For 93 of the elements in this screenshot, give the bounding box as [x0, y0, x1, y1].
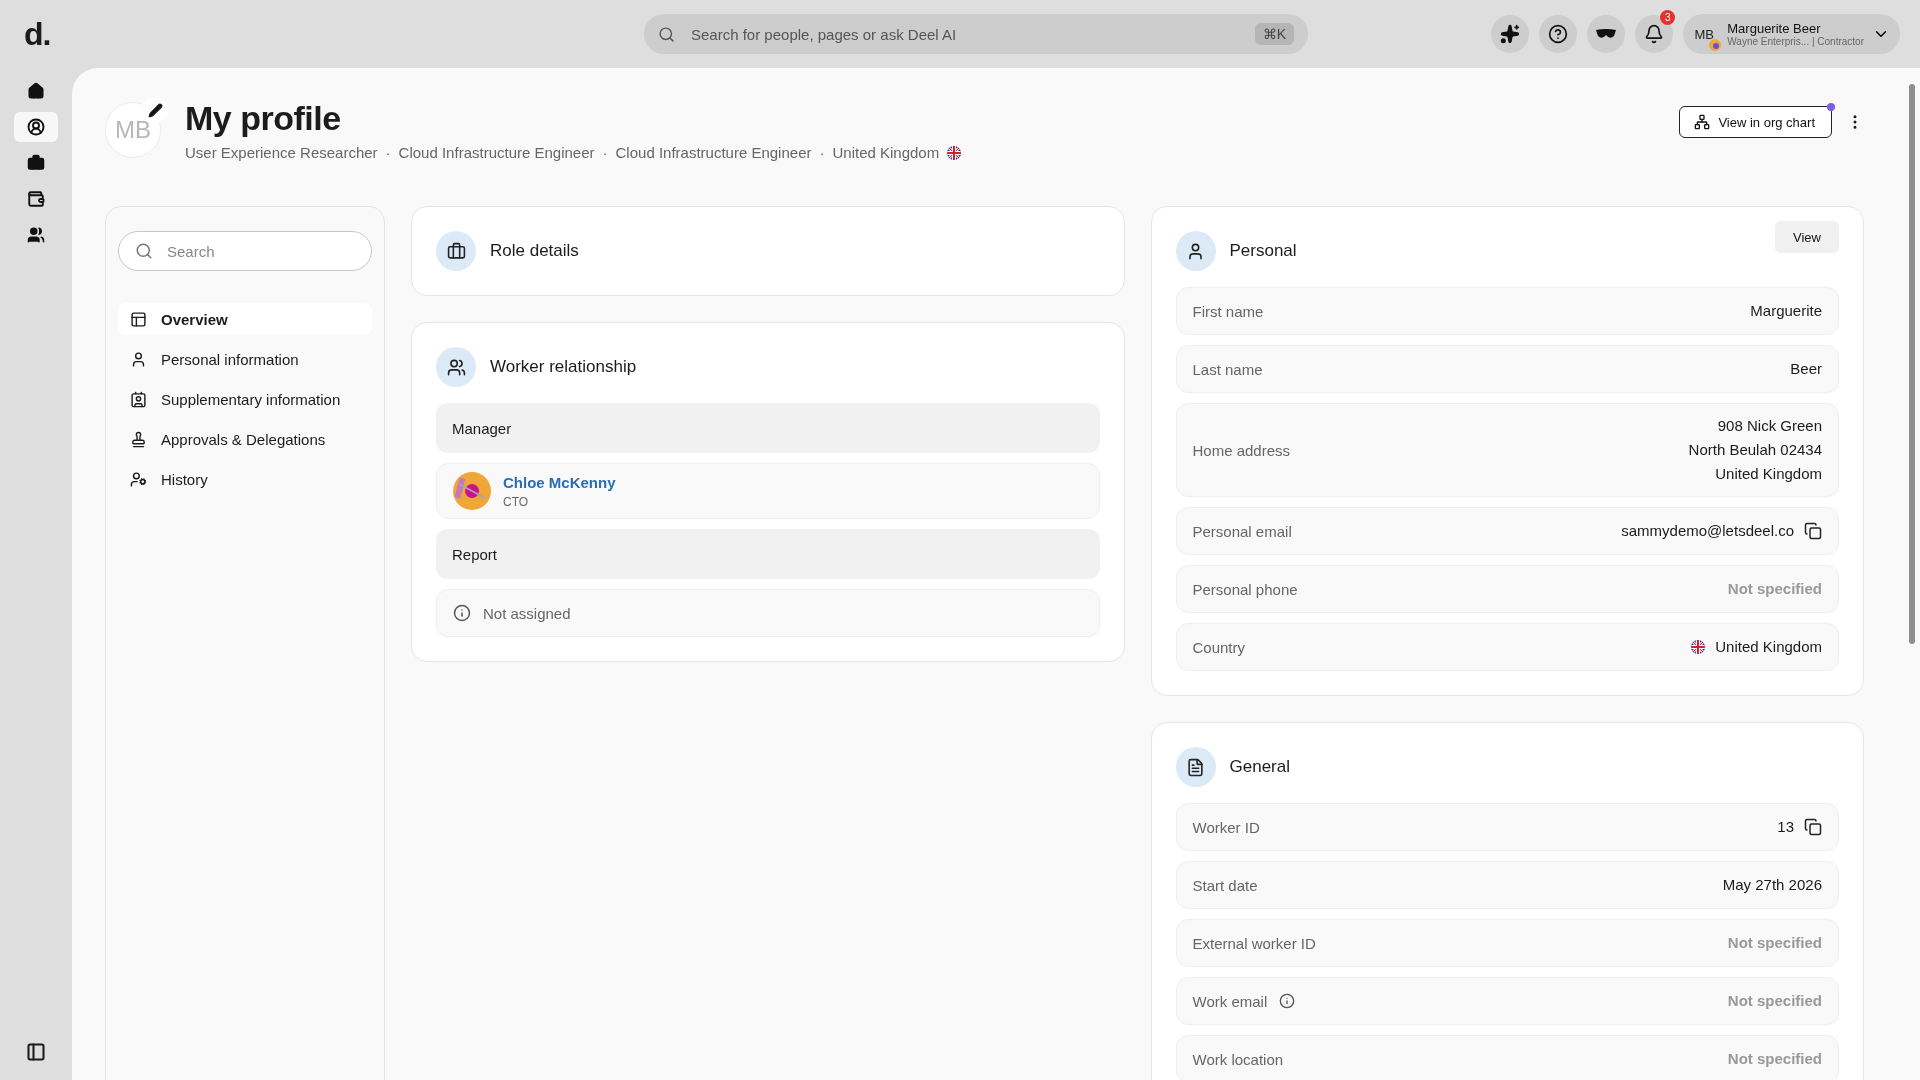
profile-detail: United Kingdom: [832, 144, 940, 161]
field-label: Personal email: [1192, 522, 1292, 540]
field-label: First name: [1192, 302, 1264, 320]
field-value: United Kingdom: [1715, 464, 1822, 484]
search-icon: [658, 25, 675, 43]
card-title: Personal: [1229, 241, 1297, 261]
rail-button[interactable]: [14, 112, 58, 142]
field-label: Start date: [1192, 876, 1258, 894]
empty-text: Not assigned: [483, 604, 571, 622]
shortcut-hint: ⌘K: [1254, 23, 1294, 45]
person-link[interactable]: Chloe McKenny: [503, 473, 616, 491]
field-label: External worker ID: [1192, 934, 1316, 952]
field-value: North Beulah 02434: [1688, 440, 1822, 460]
field-value: Not specified: [1727, 1049, 1822, 1069]
field-label: Home address: [1192, 441, 1291, 459]
nav-item[interactable]: History: [118, 463, 372, 495]
nav-item[interactable]: Approvals & Delegations: [118, 423, 372, 455]
person-icon: [130, 350, 147, 368]
layout-icon: [130, 310, 147, 328]
info-icon: [1279, 993, 1296, 1009]
separator-dot: ·: [819, 144, 825, 161]
sidebar-toggle-icon[interactable]: [26, 1042, 46, 1062]
home-icon: [27, 82, 45, 100]
briefcase-icon: [436, 231, 476, 271]
status-dot: [1827, 103, 1835, 111]
copy-icon[interactable]: [1804, 522, 1822, 540]
team-icon: [436, 347, 476, 387]
ai-sparkle-button[interactable]: [1491, 15, 1530, 53]
copy-icon[interactable]: [1804, 818, 1822, 836]
search-field[interactable]: Search for people, pages or ask Deel AI: [689, 24, 1241, 44]
stamp-icon: [130, 430, 147, 448]
document-icon: [1175, 747, 1216, 787]
search-icon: [135, 242, 153, 260]
user-gear-icon: [130, 470, 147, 488]
field-label: Work location: [1192, 1050, 1284, 1068]
info-icon: [453, 604, 471, 622]
search-field[interactable]: Search: [165, 241, 345, 261]
briefcase-icon: [27, 154, 45, 172]
field-value: United Kingdom: [1715, 637, 1822, 657]
flag-icon: [1691, 640, 1706, 654]
field-value: Beer: [1790, 359, 1822, 379]
help-button[interactable]: [1539, 15, 1578, 53]
person-icon: [1175, 231, 1216, 271]
pencil-icon: [147, 102, 163, 118]
field-value: Marguerite: [1750, 301, 1822, 321]
search-bar[interactable]: Search: [118, 231, 372, 271]
field-value: 908 Nick Green: [1717, 416, 1822, 436]
search-bar[interactable]: Search for people, pages or ask Deel AI ⌘K: [644, 14, 1308, 54]
card-title: Worker relationship: [490, 357, 637, 377]
notification-count: 3: [1660, 10, 1676, 25]
view-button[interactable]: View: [1775, 221, 1839, 253]
field-label: Work email: [1192, 992, 1268, 1010]
logo[interactable]: d.: [24, 15, 644, 53]
org-chart-icon: [1694, 114, 1711, 130]
field-value: 13: [1777, 817, 1794, 837]
field-value: sammydemo@letsdeel.co: [1621, 521, 1794, 541]
nav-item[interactable]: Supplementary information: [118, 383, 372, 415]
profile-detail: Cloud Infrastructure Engineer: [615, 144, 812, 161]
person-role: CTO: [503, 494, 530, 509]
user-menu[interactable]: MB Marguerite Beer Wayne Enterpris... | Contractor: [1683, 14, 1900, 54]
nav-item[interactable]: Overview: [118, 303, 372, 335]
notifications-button[interactable]: [1635, 15, 1674, 53]
field-label: Country: [1192, 638, 1246, 656]
scrollbar[interactable]: [1909, 84, 1915, 644]
field-value: Not specified: [1727, 991, 1822, 1011]
field-value: Not specified: [1727, 933, 1822, 953]
profile-icon: [27, 118, 45, 136]
company-logo: [1709, 39, 1722, 51]
profile-detail: Cloud Infrastructure Engineer: [398, 144, 595, 161]
flag-icon: [947, 145, 962, 160]
team-icon: [27, 226, 45, 244]
field-label: Last name: [1192, 360, 1263, 378]
help-icon: [1548, 24, 1569, 44]
page-title: My profile: [185, 98, 342, 139]
separator-dot: ·: [602, 144, 608, 161]
field-value: May 27th 2026: [1722, 875, 1822, 895]
bell-icon: [1644, 24, 1665, 44]
mask-button[interactable]: [1587, 15, 1626, 53]
card-title: Role details: [490, 241, 579, 261]
section-heading: Report: [436, 529, 1100, 579]
id-card-icon: [130, 390, 147, 408]
nav-item[interactable]: Personal information: [118, 343, 372, 375]
sparkle-icon: [1500, 24, 1521, 44]
field-label: Personal phone: [1192, 580, 1298, 598]
mask-icon: [1595, 28, 1618, 40]
wallet-icon: [27, 190, 45, 208]
card-title: General: [1229, 757, 1290, 777]
field-label: Worker ID: [1192, 818, 1260, 836]
separator-dot: ·: [385, 144, 391, 161]
profile-detail: User Experience Researcher: [185, 144, 378, 161]
section-heading: Manager: [436, 403, 1100, 453]
org-chart-button[interactable]: View in org chart: [1679, 106, 1832, 138]
field-value: Not specified: [1727, 579, 1822, 599]
